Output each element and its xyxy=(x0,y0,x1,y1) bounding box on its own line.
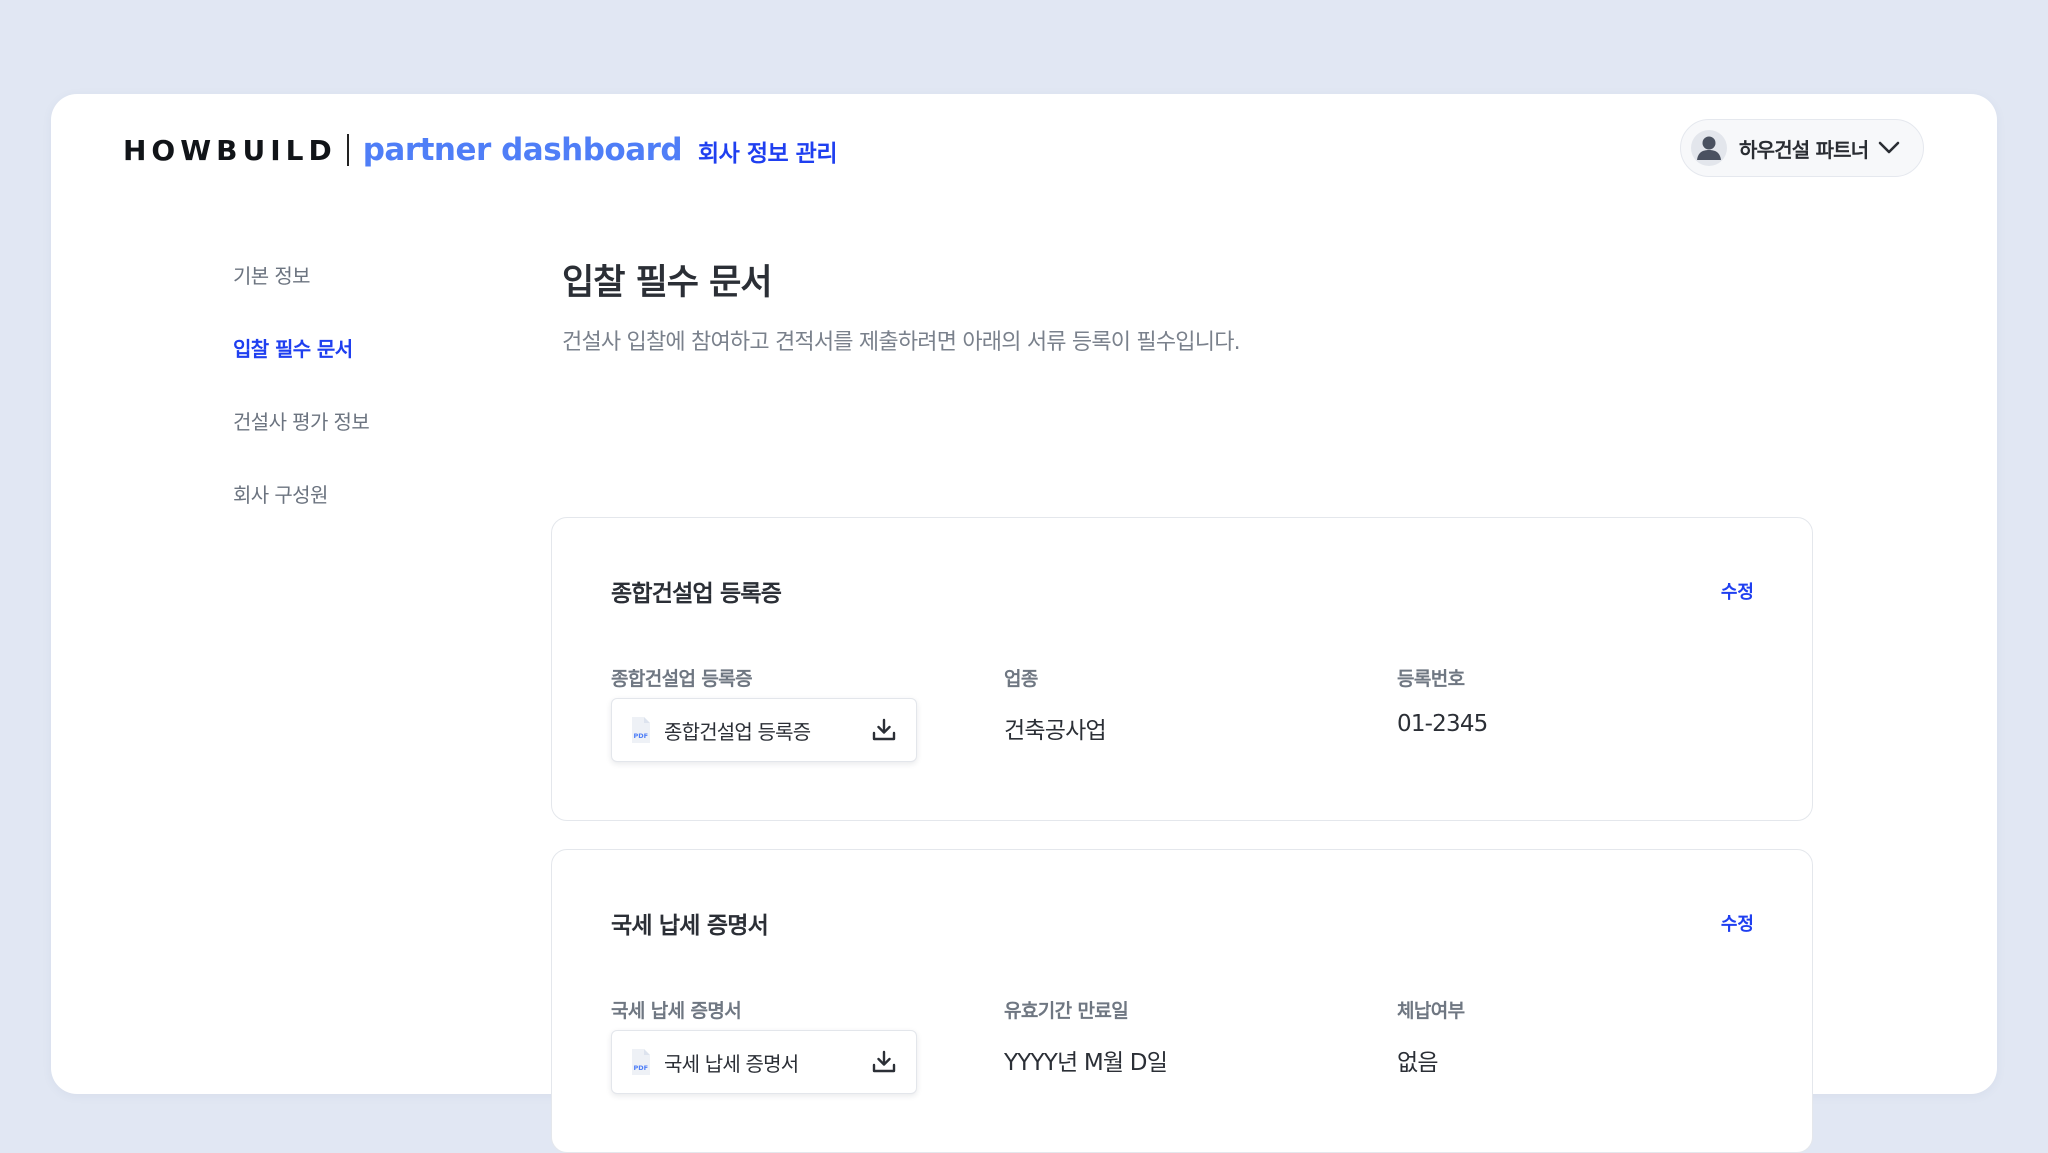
page-description: 건설사 입찰에 참여하고 견적서를 제출하려면 아래의 서류 등록이 필수입니다… xyxy=(562,330,1241,355)
sidebar-item-members[interactable]: 회사 구성원 xyxy=(233,479,473,511)
brand-subtitle: partner dashboard xyxy=(362,132,683,168)
app-window: HOWBUILD partner dashboard 회사 정보 관리 하우건설… xyxy=(51,94,1997,1153)
field-label: 유효기간 만료일 xyxy=(1004,1000,1129,1022)
field-file: 국세 납세 증명서 PDF 국세 납세 증명서 xyxy=(611,996,917,1094)
edit-button[interactable]: 수정 xyxy=(1721,578,1754,604)
pdf-file-icon: PDF xyxy=(630,716,652,744)
field-label: 체납여부 xyxy=(1397,1000,1465,1022)
card-title: 종합건설업 등록증 xyxy=(611,581,782,607)
sidebar: 기본 정보 입찰 필수 문서 건설사 평가 정보 회사 구성원 xyxy=(233,260,473,552)
brand-name: HOWBUILD xyxy=(123,133,337,167)
download-icon[interactable] xyxy=(872,1050,896,1074)
field-registration-number: 등록번호 01-2345 xyxy=(1397,664,1488,737)
document-card-tax-certificate: 국세 납세 증명서 수정 국세 납세 증명서 PDF 국세 납세 증명서 유효기… xyxy=(551,849,1813,1153)
brand-divider xyxy=(346,134,349,166)
svg-text:PDF: PDF xyxy=(634,1064,649,1072)
page-title: 입찰 필수 문서 xyxy=(562,263,773,303)
field-label: 업종 xyxy=(1004,668,1038,690)
field-business-type: 업종 건축공사업 xyxy=(1004,664,1107,745)
file-download-chip[interactable]: PDF 국세 납세 증명서 xyxy=(611,1030,917,1094)
field-value: 01-2345 xyxy=(1397,711,1488,737)
field-expiry-date: 유효기간 만료일 YYYY년 M월 D일 xyxy=(1004,996,1168,1077)
card-title: 국세 납세 증명서 xyxy=(611,913,769,939)
field-value: 건축공사업 xyxy=(1004,718,1107,744)
field-arrears-status: 체납여부 없음 xyxy=(1397,996,1465,1077)
field-label: 국세 납세 증명서 xyxy=(611,1000,742,1022)
user-avatar-icon xyxy=(1691,130,1727,166)
file-download-chip[interactable]: PDF 종합건설업 등록증 xyxy=(611,698,917,762)
user-name: 하우건설 파트너 xyxy=(1739,137,1869,162)
user-menu-button[interactable]: 하우건설 파트너 xyxy=(1680,119,1924,177)
chevron-down-icon xyxy=(1878,141,1900,155)
document-card-construction-license: 종합건설업 등록증 수정 종합건설업 등록증 PDF 종합건설업 등록증 업종 … xyxy=(551,517,1813,821)
file-name: 종합건설업 등록증 xyxy=(664,719,811,744)
field-label: 등록번호 xyxy=(1397,668,1465,690)
sidebar-item-bid-documents[interactable]: 입찰 필수 문서 xyxy=(233,333,473,365)
nav-company-info[interactable]: 회사 정보 관리 xyxy=(698,134,837,168)
header: HOWBUILD partner dashboard 회사 정보 관리 하우건설… xyxy=(51,94,1997,204)
svg-text:PDF: PDF xyxy=(634,732,649,740)
field-file: 종합건설업 등록증 PDF 종합건설업 등록증 xyxy=(611,664,917,762)
sidebar-item-basic-info[interactable]: 기본 정보 xyxy=(233,260,473,292)
field-label: 종합건설업 등록증 xyxy=(611,668,753,690)
brand-logo[interactable]: HOWBUILD partner dashboard xyxy=(123,130,683,170)
download-icon[interactable] xyxy=(872,718,896,742)
edit-button[interactable]: 수정 xyxy=(1721,910,1754,936)
file-name: 국세 납세 증명서 xyxy=(664,1051,799,1076)
sidebar-item-evaluation-info[interactable]: 건설사 평가 정보 xyxy=(233,406,473,438)
